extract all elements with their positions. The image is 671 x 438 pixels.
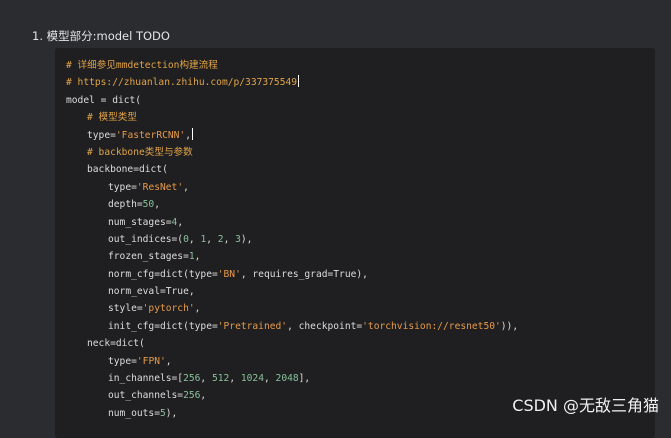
- code-token-plain: ,: [206, 233, 218, 245]
- code-token-num: 2048: [275, 373, 299, 385]
- code-token-plain: ,: [194, 303, 201, 315]
- section-heading: 1. 模型部分:model TODO: [32, 29, 170, 43]
- text-cursor: [191, 127, 193, 140]
- code-line: type='ResNet',: [66, 179, 518, 196]
- watermark: CSDN @无敌三角猫: [512, 396, 659, 415]
- code-token-plain: norm_cfg=dict(type=: [108, 268, 218, 280]
- code-line: backbone=dict(: [66, 161, 518, 178]
- code-token-str: 'FasterRCNN': [115, 129, 186, 141]
- code-token-plain: ,: [229, 373, 241, 385]
- code-token-plain: )),: [500, 320, 519, 332]
- code-token-plain: ),: [165, 407, 178, 419]
- code-line: out_indices=(0, 1, 2, 3),: [66, 231, 518, 248]
- code-line: depth=50,: [66, 196, 518, 213]
- code-token-plain: ,: [263, 373, 276, 385]
- code-token-comment: # https://zhuanlan.zhihu.com/p/337375549: [66, 77, 298, 89]
- code-token-plain: in_channels=[: [108, 373, 184, 385]
- code-token-plain: , requires_grad=True),: [240, 268, 368, 280]
- code-line: model = dict(: [66, 92, 518, 109]
- code-line: num_outs=5),: [66, 405, 518, 422]
- code-token-plain: ),: [240, 233, 253, 245]
- code-token-str: 'FPN': [136, 355, 166, 367]
- code-token-plain: type=: [87, 129, 116, 141]
- code-token-str: 'torchvision://resnet50': [362, 320, 501, 332]
- code-token-plain: , checkpoint=: [287, 320, 363, 332]
- code-token-num: 256: [183, 390, 201, 402]
- code-line: style='pytorch',: [66, 300, 518, 317]
- code-token-plain: ,: [194, 251, 201, 263]
- code-token-num: 512: [211, 373, 230, 385]
- code-token-num: 256: [183, 373, 201, 385]
- code-token-plain: depth=: [108, 199, 143, 211]
- code-token-plain: ,: [223, 233, 236, 245]
- code-line: # backbone类型与参数: [66, 144, 518, 161]
- code-token-plain: ,: [185, 129, 191, 141]
- code-line: out_channels=256,: [66, 387, 518, 404]
- code-token-plain: init_cfg=dict(type=: [108, 320, 218, 332]
- code-line: # https://zhuanlan.zhihu.com/p/337375549: [66, 74, 518, 91]
- code-line: norm_eval=True,: [66, 283, 518, 300]
- code-token-plain: style=: [108, 303, 143, 315]
- code-token-plain: ,: [183, 181, 189, 193]
- code-token-plain: ,: [177, 216, 184, 228]
- code-token-comment: # 模型类型: [87, 112, 137, 124]
- code-line: norm_cfg=dict(type='BN', requires_grad=T…: [66, 266, 518, 283]
- code-token-num: 50: [142, 199, 155, 211]
- code-token-plain: num_stages=: [108, 216, 172, 228]
- code-line: type='FPN',: [66, 353, 518, 370]
- code-line: in_channels=[256, 512, 1024, 2048],: [66, 370, 518, 387]
- code-token-plain: neck=dict(: [87, 338, 145, 350]
- code-token-str: 'ResNet': [136, 181, 184, 193]
- code-token-plain: out_channels=: [108, 390, 184, 402]
- code-line: # 模型类型: [66, 109, 518, 126]
- code-token-str: 'Pretrained': [217, 320, 288, 332]
- text-cursor: [298, 75, 300, 88]
- code-token-plain: num_outs=: [108, 407, 160, 419]
- code-token-plain: ],: [298, 373, 311, 385]
- code-token-plain: out_indices=(: [108, 233, 184, 245]
- code-token-str: 'BN': [217, 268, 241, 280]
- code-token-plain: frozen_stages=: [108, 251, 189, 263]
- code-token-plain: ,: [200, 390, 207, 402]
- code-token-comment: # backbone类型与参数: [87, 146, 193, 158]
- code-token-plain: ,: [188, 233, 201, 245]
- code-token-comment: # 详细参见mmdetection构建流程: [66, 60, 218, 71]
- code-content[interactable]: # 详细参见mmdetection构建流程 # https://zhuanlan.…: [66, 57, 518, 422]
- code-token-plain: ,: [200, 373, 212, 385]
- code-line: init_cfg=dict(type='Pretrained', checkpo…: [66, 318, 518, 335]
- code-line: # 详细参见mmdetection构建流程: [66, 57, 518, 74]
- code-token-plain: type=: [108, 181, 137, 193]
- code-token-plain: type=: [108, 355, 137, 367]
- code-line: type='FasterRCNN',: [66, 127, 518, 144]
- code-token-plain: ,: [154, 199, 160, 211]
- code-line: frozen_stages=1,: [66, 248, 518, 265]
- code-token-plain: model = dict(: [66, 94, 142, 106]
- code-token-plain: norm_eval=True,: [108, 286, 195, 298]
- code-token-plain: ,: [165, 355, 172, 367]
- code-line: num_stages=4,: [66, 214, 518, 231]
- code-token-str: 'pytorch': [142, 303, 195, 315]
- code-token-num: 1024: [240, 373, 264, 385]
- code-token-plain: backbone=dict(: [87, 164, 168, 176]
- code-line: neck=dict(: [66, 335, 518, 352]
